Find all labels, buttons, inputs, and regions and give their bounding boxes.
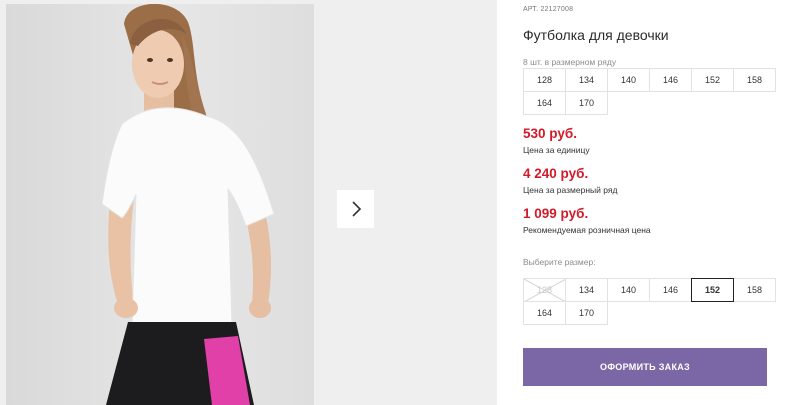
- size-option-170[interactable]: 170: [565, 301, 608, 325]
- size-range-cell: 152: [691, 68, 734, 92]
- size-option-152[interactable]: 152: [691, 278, 734, 302]
- range-price: 4 240 руб.: [523, 166, 589, 181]
- size-option-158[interactable]: 158: [733, 278, 776, 302]
- product-photo: [6, 4, 314, 405]
- size-range-cell: 170: [565, 91, 608, 115]
- size-selector: 128 134 140 146 152 158 164 170: [523, 278, 776, 325]
- size-range-cell: 134: [565, 68, 608, 92]
- sku-line: АРТ. 22127008: [523, 6, 573, 13]
- sku-value: 22127008: [540, 6, 574, 13]
- size-range-cell: 128: [523, 68, 566, 92]
- size-option-140[interactable]: 140: [607, 278, 650, 302]
- place-order-button[interactable]: ОФОРМИТЬ ЗАКАЗ: [523, 348, 767, 386]
- size-select-caption: Выберите размер:: [523, 257, 596, 267]
- product-gallery: [0, 0, 497, 405]
- size-option-134[interactable]: 134: [565, 278, 608, 302]
- size-option-128: 128: [523, 278, 566, 302]
- range-price-label: Цена за размерный ряд: [523, 185, 618, 195]
- next-image-button[interactable]: [337, 190, 374, 228]
- unit-price: 530 руб.: [523, 126, 577, 141]
- size-option-164[interactable]: 164: [523, 301, 566, 325]
- size-range-grid: 128 134 140 146 152 158 164 170: [523, 68, 776, 115]
- size-option-146[interactable]: 146: [649, 278, 692, 302]
- size-option-label: 128: [536, 285, 553, 295]
- chevron-right-icon: [351, 201, 361, 217]
- size-range-cell: 140: [607, 68, 650, 92]
- retail-price-label: Рекомендуемая розничная цена: [523, 225, 651, 235]
- sku-label: АРТ.: [523, 6, 539, 13]
- size-range-cell: 164: [523, 91, 566, 115]
- size-range-cell: 158: [733, 68, 776, 92]
- product-info-panel: АРТ. 22127008 Футболка для девочки 8 шт.…: [523, 0, 783, 405]
- size-range-caption: 8 шт. в размерном ряду: [523, 57, 617, 67]
- product-title: Футболка для девочки: [523, 27, 669, 43]
- unit-price-label: Цена за единицу: [523, 145, 590, 155]
- size-range-cell: 146: [649, 68, 692, 92]
- retail-price: 1 099 руб.: [523, 206, 589, 221]
